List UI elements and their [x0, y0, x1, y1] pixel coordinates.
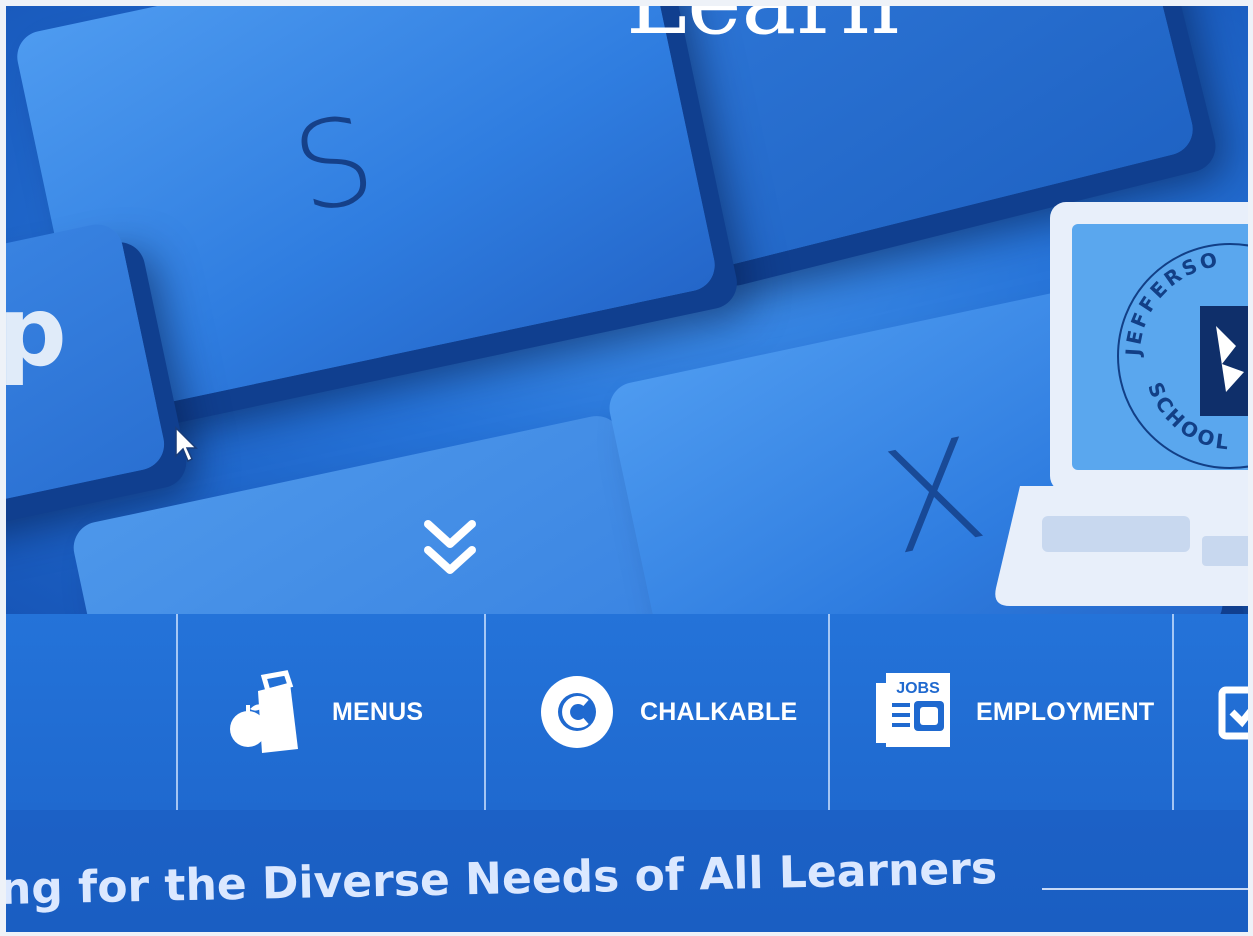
mouse-cursor-icon: [175, 426, 198, 463]
lunch-bag-apple-icon: [220, 669, 306, 755]
quick-links-bar: MENUS CHALKABLE JOBS EMPLOYMENT: [6, 614, 1248, 810]
divider: [1172, 614, 1174, 810]
hero-heading-fragment: p: [6, 276, 67, 388]
mission-banner: ng for the Diverse Needs of All Learners: [6, 810, 1248, 932]
quick-link-employment[interactable]: JOBS EMPLOYMENT: [870, 664, 1154, 760]
hero-section: S X p Learn JEFFERSO SCHOOL D: [6, 6, 1248, 614]
quick-link-menus[interactable]: MENUS: [220, 664, 423, 760]
chalkable-c-icon: [534, 669, 620, 755]
quick-link-label: MENUS: [332, 697, 424, 726]
hero-title: Learn: [626, 6, 900, 55]
double-chevron-down-icon[interactable]: [422, 518, 478, 580]
divider: [828, 614, 830, 810]
divider: [484, 614, 486, 810]
jobs-newspaper-icon: JOBS: [870, 669, 956, 755]
divider: [1042, 888, 1248, 890]
quick-link-label: CHALKABLE: [640, 697, 798, 726]
quick-link-chalkable[interactable]: CHALKABLE: [534, 664, 797, 760]
checkbox-icon: [1218, 669, 1248, 755]
district-laptop-logo: JEFFERSO SCHOOL D: [990, 196, 1248, 606]
quick-link-label: EMPLOYMENT: [976, 697, 1155, 726]
browser-viewport: S X p Learn JEFFERSO SCHOOL D: [6, 6, 1248, 932]
divider: [176, 614, 178, 810]
quick-link-partial[interactable]: [1218, 664, 1248, 760]
svg-text:JOBS: JOBS: [896, 680, 940, 697]
banner-heading: ng for the Diverse Needs of All Learners: [6, 843, 998, 915]
